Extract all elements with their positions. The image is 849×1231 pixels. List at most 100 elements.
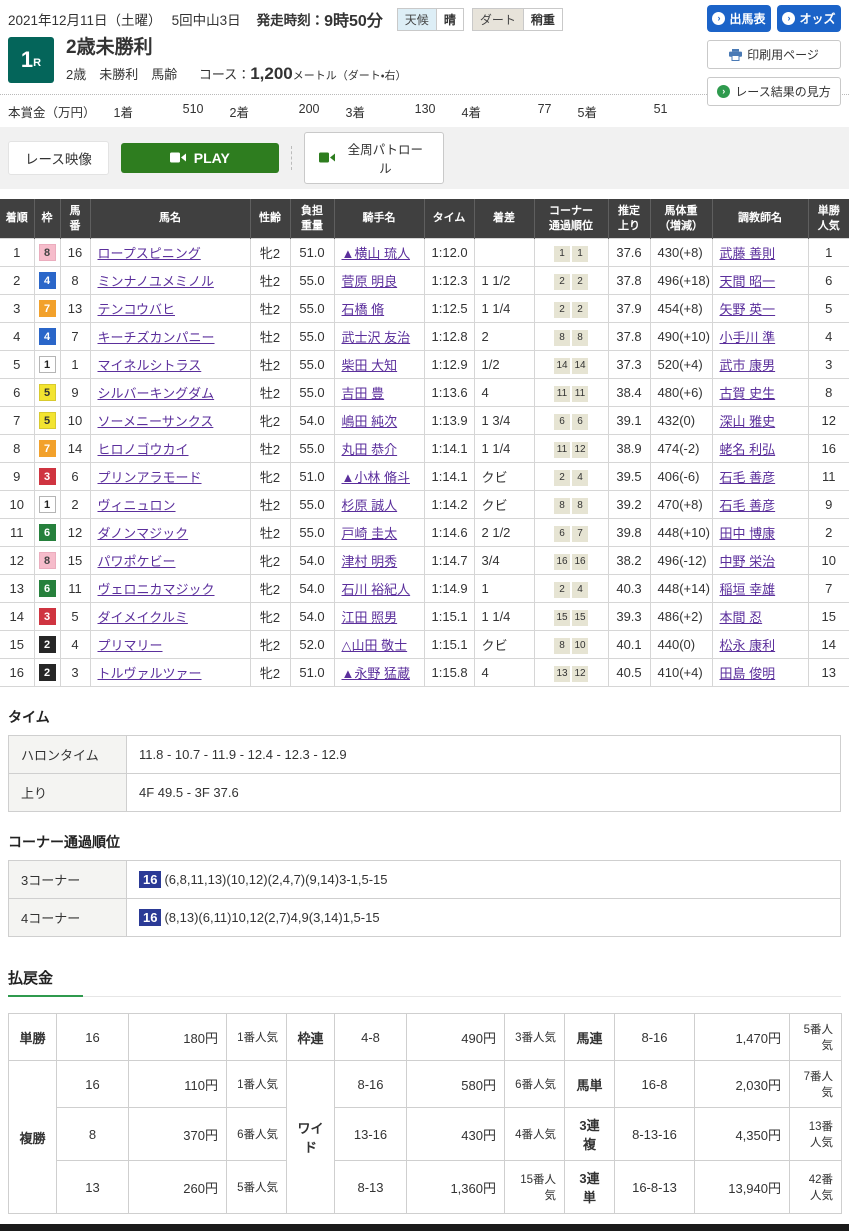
horse-name-link[interactable]: マイネルシトラス [98, 358, 202, 373]
trainer-link[interactable]: 武藤 善則 [720, 246, 776, 261]
horse-name-link[interactable]: ロープスピニング [98, 246, 201, 261]
trainer-link[interactable]: 中野 栄治 [720, 554, 776, 569]
payout-favorite-rank: 1番人気 [227, 1014, 287, 1061]
horse-name-link[interactable]: プリマリー [98, 638, 163, 653]
finish-position: 6 [0, 379, 34, 407]
horse-name-link[interactable]: ソーメニーサンクス [98, 414, 214, 429]
corner-position-box: 14 [572, 358, 588, 374]
jockey-link[interactable]: 津村 明秀 [342, 554, 398, 569]
frame-cell: 5 [34, 407, 60, 435]
trainer-link[interactable]: 矢野 英一 [720, 302, 776, 317]
jockey-link[interactable]: 江田 照男 [342, 610, 398, 625]
trainer-link[interactable]: 武市 康男 [720, 358, 776, 373]
jockey-link[interactable]: 嶋田 純次 [342, 414, 398, 429]
patrol-video-button[interactable]: 全周パトロール [304, 132, 444, 184]
horse-name-link[interactable]: パワポケビー [98, 554, 176, 569]
sex-age: 牡2 [250, 519, 290, 547]
horse-number: 4 [60, 631, 90, 659]
jockey-link[interactable]: 丸田 恭介 [342, 442, 398, 457]
frame-cell: 4 [34, 323, 60, 351]
trainer-link[interactable]: 古賀 史生 [720, 386, 776, 401]
trainer-cell: 矢野 英一 [712, 295, 808, 323]
course-label: コース： [199, 67, 250, 82]
horse-name-link[interactable]: ダイメイクルミ [98, 610, 188, 625]
horse-body-weight: 432(0) [650, 407, 712, 435]
jockey-link[interactable]: 武士沢 友治 [342, 330, 411, 345]
trainer-link[interactable]: 天間 昭一 [720, 274, 776, 289]
corner-order-cell: 1616 [534, 547, 608, 575]
frame-number: 6 [39, 580, 56, 597]
trainer-link[interactable]: 松永 康利 [720, 638, 776, 653]
frame-cell: 1 [34, 351, 60, 379]
trainer-link[interactable]: 石毛 善彦 [720, 470, 776, 485]
jockey-link[interactable]: ▲小林 脩斗 [342, 470, 410, 485]
frame-cell: 7 [34, 295, 60, 323]
race-video-button[interactable]: レース映像 [8, 141, 109, 175]
jockey-link[interactable]: 石川 裕紀人 [342, 582, 411, 597]
trainer-link[interactable]: 田中 博康 [720, 526, 776, 541]
corner-row: 3コーナー16(6,8,11,13)(10,12)(2,4,7)(9,14)3-… [9, 861, 841, 899]
sex-age: 牝2 [250, 659, 290, 687]
track-value: 稍重 [524, 9, 562, 30]
trainer-link[interactable]: 深山 雅史 [720, 414, 776, 429]
horse-number: 7 [60, 323, 90, 351]
finish-time: 1:13.6 [424, 379, 474, 407]
odds-button[interactable]: ›オッズ [777, 5, 841, 32]
jockey-link[interactable]: ▲横山 琉人 [342, 246, 410, 261]
win-favorite-rank: 4 [808, 323, 849, 351]
trainer-link[interactable]: 小手川 準 [720, 330, 776, 345]
trainer-link[interactable]: 蛯名 利弘 [720, 442, 776, 457]
payout-favorite-rank: 5番人気 [790, 1014, 842, 1061]
horse-name-link[interactable]: テンコウバヒ [98, 302, 175, 317]
payout-selection: 16 [57, 1014, 129, 1061]
horse-name-link[interactable]: ヴィニュロン [98, 498, 176, 513]
horse-name-link[interactable]: ヒロノゴウカイ [98, 442, 189, 457]
trainer-link[interactable]: 石毛 善彦 [720, 498, 776, 513]
win-favorite-rank: 13 [808, 659, 849, 687]
jockey-link[interactable]: 柴田 大知 [342, 358, 398, 373]
play-button[interactable]: PLAY [121, 143, 279, 173]
payout-favorite-rank: 42番人気 [790, 1161, 842, 1214]
sex-age: 牝2 [250, 463, 290, 491]
trainer-link[interactable]: 本間 忍 [720, 610, 763, 625]
horse-name-link[interactable]: キーチズカンパニー [98, 330, 215, 345]
bet-type-label: 枠連 [287, 1014, 335, 1061]
horse-name-link[interactable]: ダノンマジック [98, 526, 189, 541]
finish-position: 9 [0, 463, 34, 491]
horse-name-link[interactable]: ミンナノユメミノル [98, 274, 214, 289]
win-favorite-rank: 14 [808, 631, 849, 659]
horse-name-link[interactable]: トルヴァルツァー [98, 666, 202, 681]
finish-time: 1:14.1 [424, 463, 474, 491]
jockey-link[interactable]: 菅原 明良 [342, 274, 398, 289]
jockey-link[interactable]: 吉田 豊 [342, 386, 385, 401]
horse-body-weight: 520(+4) [650, 351, 712, 379]
corner-row-value: 16(8,13)(6,11)10,12(2,7)4,9(3,14)1,5-15 [127, 899, 841, 937]
horse-name-link[interactable]: シルバーキングダム [98, 386, 215, 401]
result-guide-button[interactable]: › レース結果の見方 [707, 77, 841, 106]
corner-order-cell: 1111 [534, 379, 608, 407]
jockey-link[interactable]: 石橋 脩 [342, 302, 385, 317]
jockey-link[interactable]: 戸崎 圭太 [342, 526, 398, 541]
result-row: 7510ソーメニーサンクス牝254.0嶋田 純次1:13.91 3/46639.… [0, 407, 849, 435]
result-row: 1524プリマリー牝252.0△山田 敬士1:15.1クビ81040.1440(… [0, 631, 849, 659]
entry-list-button[interactable]: ›出馬表 [707, 5, 771, 32]
jockey-link[interactable]: ▲永野 猛蔵 [342, 666, 410, 681]
race-number-suffix: R [33, 57, 41, 69]
horse-name-link[interactable]: プリンアラモード [98, 470, 202, 485]
trainer-link[interactable]: 稲垣 幸雄 [720, 582, 776, 597]
horse-body-weight: 440(0) [650, 631, 712, 659]
result-row: 8714ヒロノゴウカイ牡255.0丸田 恭介1:14.11 1/4111238.… [0, 435, 849, 463]
corner-order-cell: 1515 [534, 603, 608, 631]
jockey-link[interactable]: △山田 敬士 [342, 638, 408, 653]
corner-position-box: 6 [554, 526, 570, 542]
jockey-link[interactable]: 杉原 誠人 [342, 498, 398, 513]
print-page-button[interactable]: 印刷用ページ [707, 40, 841, 69]
race-result-page: ›出馬表›オッズ 印刷用ページ › レース結果の見方 2021年12月11日（土… [0, 0, 849, 1231]
trainer-link[interactable]: 田島 俊明 [720, 666, 776, 681]
finish-position: 1 [0, 239, 34, 267]
frame-cell: 4 [34, 267, 60, 295]
button-label: 出馬表 [729, 10, 765, 27]
result-row: 447キーチズカンパニー牡255.0武士沢 友治1:12.828837.8490… [0, 323, 849, 351]
horse-name-link[interactable]: ヴェロニカマジック [98, 582, 215, 597]
margin: 1 1/2 [474, 267, 534, 295]
